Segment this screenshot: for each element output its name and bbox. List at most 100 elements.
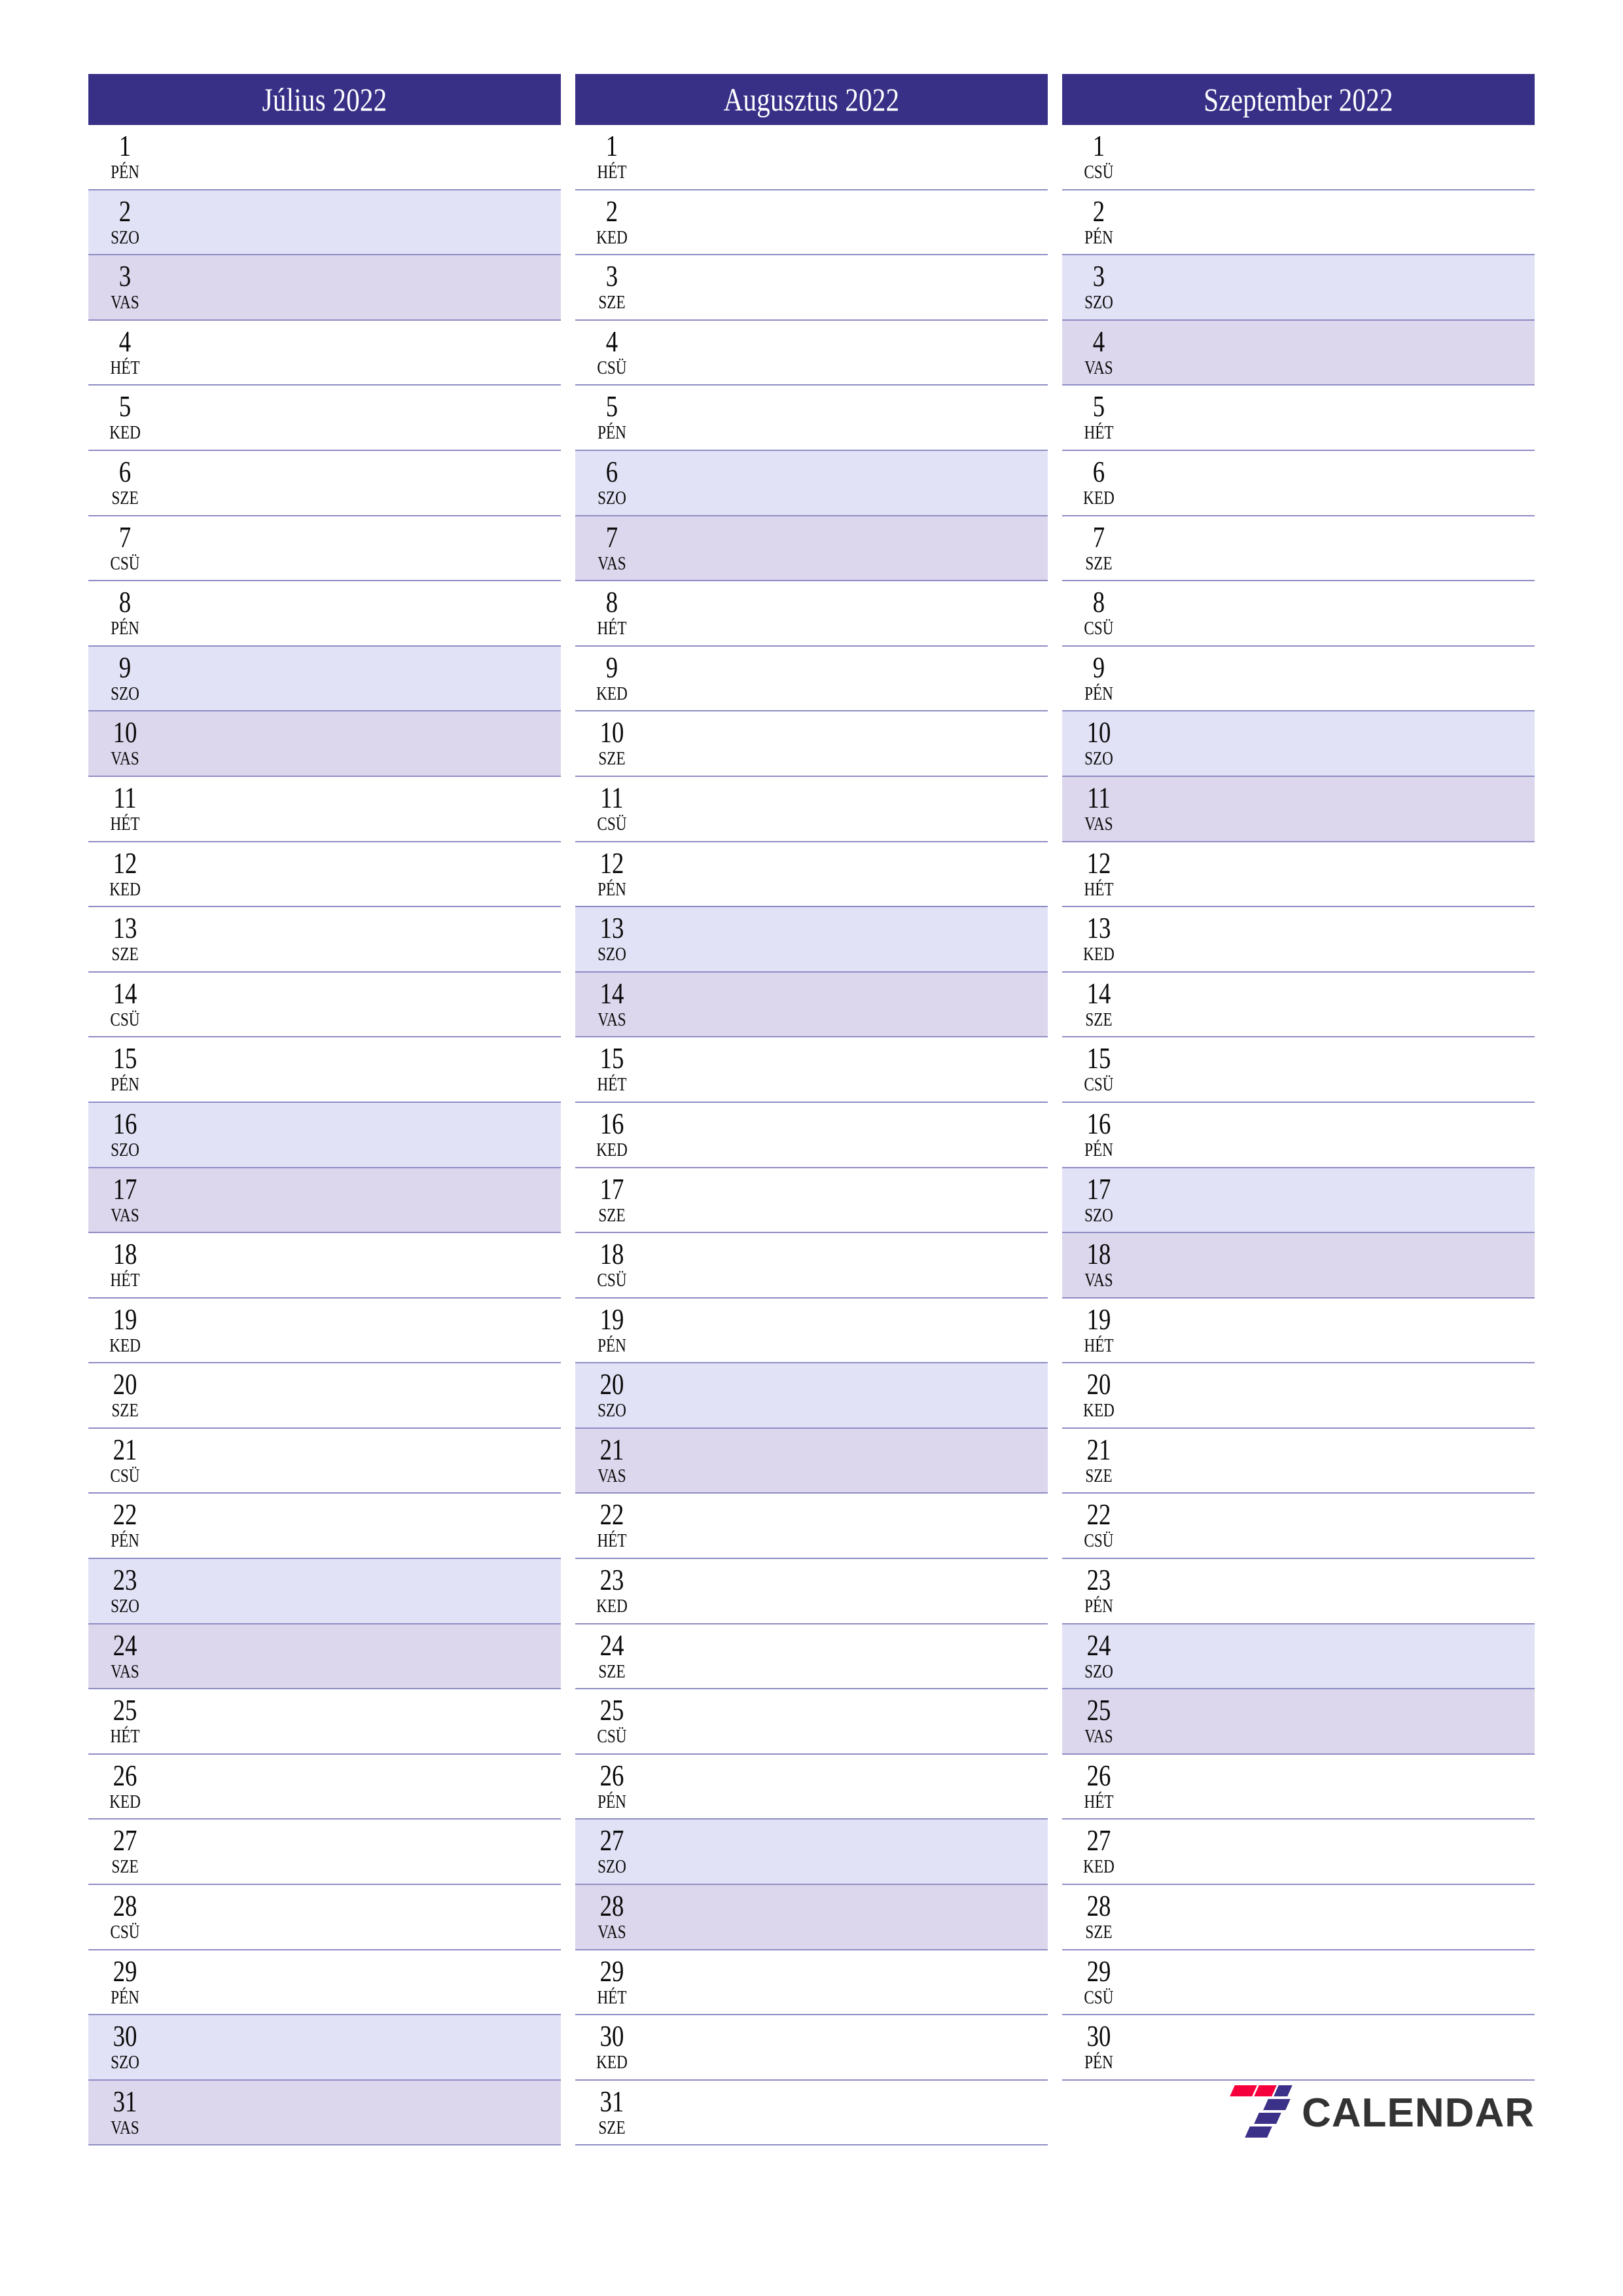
day-row[interactable]: 12 KED	[88, 842, 561, 908]
day-row[interactable]: 1 CSÜ	[1062, 125, 1535, 190]
day-row[interactable]: 20 SZE	[88, 1363, 561, 1429]
day-row[interactable]: 3 SZE	[575, 255, 1048, 321]
day-row[interactable]: 22 PÉN	[88, 1494, 561, 1560]
day-row[interactable]: 24 VAS	[88, 1624, 561, 1690]
day-row[interactable]: 30 SZO	[88, 2015, 561, 2081]
day-row[interactable]: 5 PÉN	[575, 386, 1048, 451]
day-row[interactable]: 4 CSÜ	[575, 320, 1048, 386]
day-row[interactable]: 27 SZO	[575, 1820, 1048, 1886]
day-row[interactable]: 16 PÉN	[1062, 1102, 1535, 1168]
day-row[interactable]: 10 SZO	[1062, 711, 1535, 777]
day-row[interactable]: 31 SZE	[575, 2080, 1048, 2146]
day-row[interactable]: 7 VAS	[575, 516, 1048, 582]
day-row[interactable]: 14 SZE	[1062, 972, 1535, 1038]
day-row[interactable]: 19 KED	[88, 1298, 561, 1364]
day-weekday-label: SZE	[598, 2117, 626, 2138]
day-row[interactable]: 9 PÉN	[1062, 646, 1535, 712]
day-weekday-label: HÉT	[597, 1986, 627, 2008]
day-row[interactable]: 27 KED	[1062, 1820, 1535, 1886]
day-row[interactable]: 10 VAS	[88, 711, 561, 777]
day-row[interactable]: 8 HÉT	[575, 581, 1048, 647]
day-row[interactable]: 30 PÉN	[1062, 2015, 1535, 2081]
day-row[interactable]: 21 VAS	[575, 1428, 1048, 1494]
day-number: 29	[1086, 1954, 1111, 1988]
day-row[interactable]: 12 HÉT	[1062, 842, 1535, 908]
day-row[interactable]: 14 CSÜ	[88, 972, 561, 1038]
day-row[interactable]: 29 PÉN	[88, 1950, 561, 2016]
day-row[interactable]: 15 HÉT	[575, 1037, 1048, 1103]
day-row[interactable]: 18 CSÜ	[575, 1233, 1048, 1299]
day-row[interactable]: 16 SZO	[88, 1102, 561, 1168]
day-row[interactable]: 21 CSÜ	[88, 1428, 561, 1494]
day-row[interactable]: 28 VAS	[575, 1885, 1048, 1950]
day-row[interactable]: 2 KED	[575, 190, 1048, 256]
day-row[interactable]: 21 SZE	[1062, 1428, 1535, 1494]
day-row[interactable]: 17 VAS	[88, 1168, 561, 1234]
day-row[interactable]: 19 PÉN	[575, 1298, 1048, 1364]
day-row[interactable]: 5 HÉT	[1062, 386, 1535, 451]
day-row[interactable]: 6 KED	[1062, 450, 1535, 516]
day-row[interactable]: 16 KED	[575, 1102, 1048, 1168]
day-row[interactable]: 7 SZE	[1062, 516, 1535, 582]
day-row[interactable]: 3 SZO	[1062, 255, 1535, 321]
day-row[interactable]: 4 VAS	[1062, 320, 1535, 386]
day-row[interactable]: 15 PÉN	[88, 1037, 561, 1103]
day-row[interactable]: 22 CSÜ	[1062, 1494, 1535, 1560]
day-row[interactable]: 19 HÉT	[1062, 1298, 1535, 1364]
day-row[interactable]: 31 VAS	[88, 2080, 561, 2146]
day-row[interactable]: 26 KED	[88, 1754, 561, 1820]
day-row[interactable]: 20 SZO	[575, 1363, 1048, 1429]
day-row[interactable]: 12 PÉN	[575, 842, 1048, 908]
day-row[interactable]: 8 CSÜ	[1062, 581, 1535, 647]
day-row[interactable]: 28 SZE	[1062, 1885, 1535, 1950]
day-row[interactable]: 1 HÉT	[575, 125, 1048, 190]
day-row[interactable]: 29 HÉT	[575, 1950, 1048, 2016]
day-row[interactable]: 11 VAS	[1062, 776, 1535, 842]
day-weekday-label: PÉN	[597, 422, 626, 444]
day-row[interactable]: 20 KED	[1062, 1363, 1535, 1429]
day-row[interactable]: 5 KED	[88, 386, 561, 451]
day-row[interactable]: 30 KED	[575, 2015, 1048, 2081]
day-row[interactable]: 8 PÉN	[88, 581, 561, 647]
day-row[interactable]: 2 SZO	[88, 190, 561, 256]
day-row[interactable]: 15 CSÜ	[1062, 1037, 1535, 1103]
day-row[interactable]: 11 HÉT	[88, 776, 561, 842]
day-row[interactable]: 9 SZO	[88, 646, 561, 712]
day-row[interactable]: 17 SZE	[575, 1168, 1048, 1234]
day-weekday-label: SZO	[1084, 748, 1113, 770]
day-row[interactable]: 27 SZE	[88, 1820, 561, 1886]
day-row[interactable]: 6 SZO	[575, 450, 1048, 516]
day-row[interactable]: 22 HÉT	[575, 1494, 1048, 1560]
day-row[interactable]: 13 SZO	[575, 907, 1048, 973]
day-row[interactable]: 24 SZO	[1062, 1624, 1535, 1690]
day-row[interactable]: 3 VAS	[88, 255, 561, 321]
day-row[interactable]: 13 SZE	[88, 907, 561, 973]
day-row[interactable]: 23 PÉN	[1062, 1559, 1535, 1624]
day-weekday-label: PÉN	[1084, 2052, 1113, 2073]
day-row[interactable]: 14 VAS	[575, 972, 1048, 1038]
day-row[interactable]: 25 VAS	[1062, 1689, 1535, 1755]
day-row[interactable]: 28 CSÜ	[88, 1885, 561, 1950]
month-header-september: Szeptember 2022	[1062, 74, 1535, 125]
day-row[interactable]: 26 HÉT	[1062, 1754, 1535, 1820]
day-row[interactable]: 24 SZE	[575, 1624, 1048, 1690]
day-row[interactable]: 25 CSÜ	[575, 1689, 1048, 1755]
day-row[interactable]: 18 VAS	[1062, 1233, 1535, 1299]
day-row[interactable]: 10 SZE	[575, 711, 1048, 777]
day-row[interactable]: 26 PÉN	[575, 1754, 1048, 1820]
day-row[interactable]: 13 KED	[1062, 907, 1535, 973]
day-row[interactable]: 11 CSÜ	[575, 776, 1048, 842]
day-row[interactable]: 29 CSÜ	[1062, 1950, 1535, 2016]
day-row[interactable]: 1 PÉN	[88, 125, 561, 190]
day-row[interactable]: 4 HÉT	[88, 320, 561, 386]
day-row[interactable]: 18 HÉT	[88, 1233, 561, 1299]
day-row[interactable]: 9 KED	[575, 646, 1048, 712]
day-row[interactable]: 23 SZO	[88, 1559, 561, 1624]
day-row[interactable]: 6 SZE	[88, 450, 561, 516]
day-row[interactable]: 23 KED	[575, 1559, 1048, 1624]
day-row[interactable]: 2 PÉN	[1062, 190, 1535, 256]
day-row[interactable]: 7 CSÜ	[88, 516, 561, 582]
day-row[interactable]: 25 HÉT	[88, 1689, 561, 1755]
day-row[interactable]: 17 SZO	[1062, 1168, 1535, 1234]
day-weekday-label: SZE	[1085, 1922, 1113, 1943]
